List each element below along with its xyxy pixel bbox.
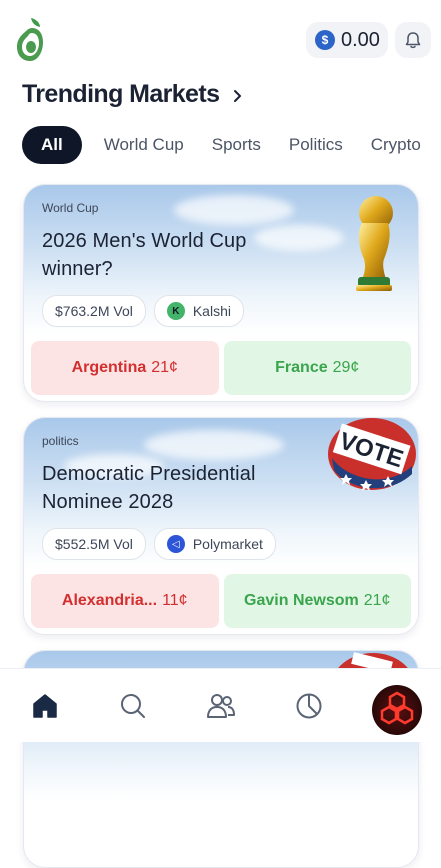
market-category: politics <box>42 434 79 448</box>
section-title: Trending Markets <box>22 80 220 108</box>
bell-icon[interactable] <box>395 22 431 58</box>
world-cup-trophy-icon <box>342 193 404 298</box>
vote-balloon-icon: VOTE <box>326 418 418 503</box>
option-label: Alexandria... <box>61 592 158 609</box>
pie-chart-icon[interactable] <box>294 691 324 721</box>
home-icon[interactable] <box>30 691 60 721</box>
option-button[interactable]: Gavin Newsom 21¢ <box>223 574 411 628</box>
option-label: Gavin Newsom <box>244 592 359 609</box>
bottom-nav <box>0 668 441 742</box>
market-meta: $552.5M Vol ◁ Polymarket <box>42 528 284 560</box>
market-card[interactable]: World Cup 2026 Men's World Cup winner? $… <box>23 184 419 402</box>
polymarket-icon: ◁ <box>166 535 185 553</box>
tab-world-cup[interactable]: World Cup <box>90 126 198 164</box>
option-button[interactable]: Alexandria... 11¢ <box>31 574 219 628</box>
balance-value: 0.00 <box>341 28 380 51</box>
top-bar: $ 0.00 <box>0 0 441 76</box>
option-label: Argentina <box>71 359 147 376</box>
avocado-logo-icon[interactable] <box>14 16 50 64</box>
search-icon[interactable] <box>118 691 148 721</box>
source-chip[interactable]: ◁ Polymarket <box>153 528 276 560</box>
profile-avatar[interactable] <box>372 685 422 735</box>
source-chip[interactable]: K Kalshi <box>153 295 244 327</box>
source-name: Kalshi <box>192 303 231 319</box>
option-price: 21¢ <box>151 359 178 376</box>
usdc-coin-icon: $ <box>315 30 335 50</box>
people-icon[interactable] <box>206 691 236 721</box>
option-button[interactable]: Argentina 21¢ <box>31 341 219 395</box>
market-options: Argentina 21¢ France 29¢ <box>31 341 411 395</box>
trending-markets-header[interactable]: Trending Markets <box>22 80 243 109</box>
volume-text: $552.5M Vol <box>55 536 133 552</box>
market-meta: $763.2M Vol K Kalshi <box>42 295 252 327</box>
market-title: Democratic Presidential Nominee 2028 <box>42 463 256 513</box>
tab-all[interactable]: All <box>22 126 82 164</box>
volume-chip: $552.5M Vol <box>42 528 146 560</box>
category-tabs: All World Cup Sports Politics Crypto <box>22 126 435 164</box>
tab-sports[interactable]: Sports <box>198 126 275 164</box>
volume-text: $763.2M Vol <box>55 303 133 319</box>
market-title: 2026 Men's World Cup winner? <box>42 230 247 280</box>
balance-pill[interactable]: $ 0.00 <box>306 22 388 58</box>
chevron-right-icon <box>234 89 242 102</box>
option-price: 21¢ <box>363 592 391 609</box>
tab-crypto[interactable]: Crypto <box>357 126 435 164</box>
volume-chip: $763.2M Vol <box>42 295 146 327</box>
option-label: France <box>275 359 328 376</box>
kalshi-icon: K <box>166 302 185 320</box>
market-card[interactable]: VOTE politics Democratic Presidential No… <box>23 417 419 635</box>
option-price: 11¢ <box>162 592 188 609</box>
market-options: Alexandria... 11¢ Gavin Newsom 21¢ <box>31 574 411 628</box>
source-name: Polymarket <box>192 536 263 552</box>
market-category: World Cup <box>42 201 99 215</box>
option-price: 29¢ <box>332 359 360 376</box>
option-button[interactable]: France 29¢ <box>223 341 411 395</box>
tab-politics[interactable]: Politics <box>275 126 357 164</box>
